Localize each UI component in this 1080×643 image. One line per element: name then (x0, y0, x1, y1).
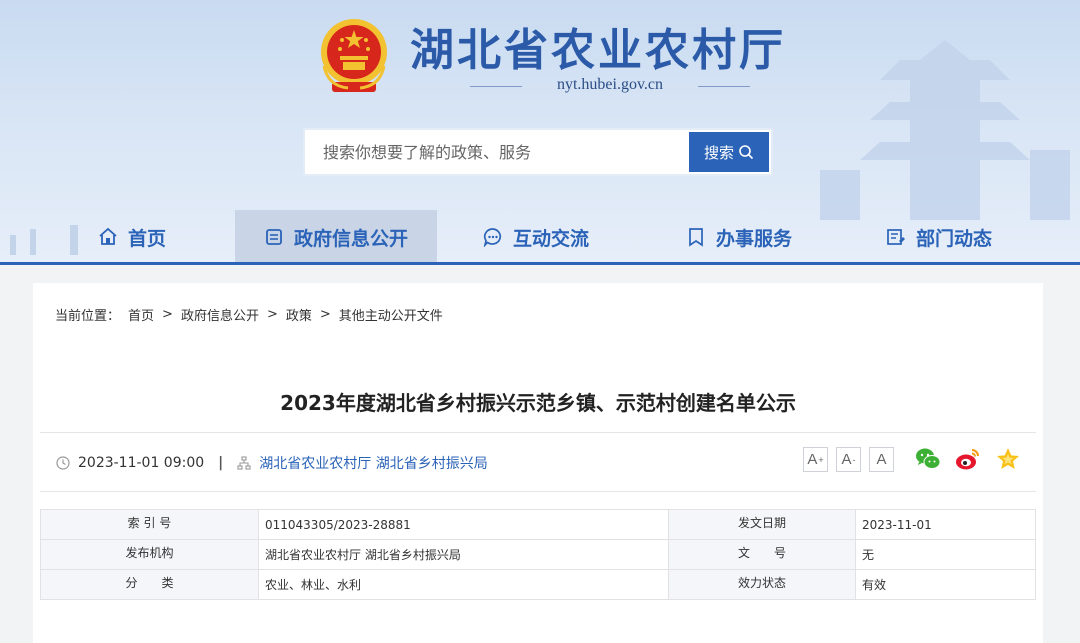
main-nav: 首页 政府信息公开 互动交流 办事服务 部门动态 (0, 210, 1080, 264)
info-key-category: 分 类 (40, 569, 259, 600)
nav-item-interaction[interactable]: 互动交流 (483, 210, 589, 264)
table-row: 索 引 号 011043305/2023-28881 发文日期 2023-11-… (40, 509, 1036, 540)
font-reset-button[interactable]: A (869, 447, 894, 472)
info-value-category: 农业、林业、水利 (258, 569, 669, 600)
info-key-publisher: 发布机构 (40, 539, 259, 570)
info-key-validity: 效力状态 (668, 569, 856, 600)
nav-item-home[interactable]: 首页 (98, 210, 166, 264)
breadcrumb-prefix: 当前位置： (55, 309, 121, 324)
search-icon (739, 145, 754, 160)
info-value-index: 011043305/2023-28881 (258, 509, 669, 540)
document-icon (266, 229, 282, 245)
national-emblem-logo (321, 19, 387, 92)
search-bar: 搜索 (303, 128, 773, 176)
nav-item-label: 政府信息公开 (293, 227, 408, 250)
info-value-publisher: 湖北省农业农村厅 湖北省乡村振兴局 (258, 539, 669, 570)
site-domain: nyt.hubei.gov.cn (470, 76, 750, 98)
article-meta: 2023-11-01 09:00 | 湖北省农业农村厅 湖北省乡村振兴局 (56, 453, 488, 473)
wechat-icon[interactable] (915, 446, 941, 472)
site-domain-text: nyt.hubei.gov.cn (556, 76, 664, 93)
news-icon (887, 229, 905, 245)
info-value-issue-date: 2023-11-01 (855, 509, 1036, 540)
organization-icon (237, 456, 251, 470)
font-btn-sup: + (818, 454, 824, 465)
document-info-table: 索 引 号 011043305/2023-28881 发文日期 2023-11-… (40, 509, 1036, 600)
bookmark-icon (689, 228, 703, 247)
clock-icon (56, 456, 70, 470)
info-key-doc-number: 文 号 (668, 539, 856, 570)
nav-item-gov-info[interactable]: 政府信息公开 (235, 210, 437, 264)
breadcrumb-separator: > (162, 307, 173, 322)
article-title: 2023年度湖北省乡村振兴示范乡镇、示范村创建名单公示 (280, 391, 796, 415)
info-value-validity: 有效 (855, 569, 1036, 600)
article-card: 当前位置： 首页 > 政府信息公开 > 政策 > 其他主动公开文件 2023年度… (33, 283, 1043, 643)
nav-item-label: 办事服务 (716, 227, 793, 250)
font-btn-label: A (841, 451, 852, 468)
breadcrumb-link-gov-info[interactable]: 政府信息公开 (181, 305, 259, 324)
search-button-label: 搜索 (703, 143, 734, 162)
nav-item-dept-news[interactable]: 部门动态 (886, 210, 992, 264)
nav-item-services[interactable]: 办事服务 (686, 210, 792, 264)
breadcrumb-link-other-files[interactable]: 其他主动公开文件 (339, 305, 443, 324)
font-size-controls: A + A- A (803, 447, 894, 472)
font-btn-label: A (807, 451, 818, 468)
site-title: 湖北省农业农村厅 (410, 25, 786, 76)
info-key-issue-date: 发文日期 (668, 509, 856, 540)
search-input[interactable] (305, 130, 690, 174)
weibo-icon[interactable] (955, 446, 981, 472)
nav-item-label: 首页 (128, 227, 167, 250)
breadcrumb-link-home[interactable]: 首页 (128, 305, 154, 324)
meta-divider: | (218, 455, 224, 471)
breadcrumb-separator: > (266, 307, 278, 322)
font-increase-button[interactable]: A + (803, 447, 828, 472)
breadcrumb-link-policy[interactable]: 政策 (286, 305, 312, 324)
nav-item-label: 互动交流 (513, 227, 590, 250)
breadcrumb-separator: > (319, 307, 331, 322)
nav-underline (0, 262, 1080, 265)
info-value-doc-number: 无 (855, 539, 1036, 570)
domain-dash-right (698, 86, 750, 87)
nav-item-label: 部门动态 (916, 227, 993, 250)
info-key-index: 索 引 号 (40, 509, 259, 540)
font-decrease-button[interactable]: A- (836, 447, 861, 472)
favorite-star-icon[interactable] (995, 446, 1021, 472)
search-button[interactable]: 搜索 (689, 132, 769, 172)
share-bar (915, 446, 1021, 472)
font-btn-sup: - (852, 454, 856, 465)
article-meta-bar: 2023-11-01 09:00 | 湖北省农业农村厅 湖北省乡村振兴局 A + … (40, 432, 1036, 492)
font-btn-label: A (876, 451, 887, 468)
chat-icon (483, 228, 502, 247)
article-publisher: 湖北省农业农村厅 湖北省乡村振兴局 (259, 456, 488, 472)
home-icon (99, 227, 117, 245)
article-datetime: 2023-11-01 09:00 (78, 455, 205, 471)
breadcrumb: 当前位置： 首页 > 政府信息公开 > 政策 > 其他主动公开文件 (55, 305, 443, 324)
table-row: 发布机构 湖北省农业农村厅 湖北省乡村振兴局 文 号 无 (40, 539, 1036, 570)
table-row: 分 类 农业、林业、水利 效力状态 有效 (40, 569, 1036, 600)
tower-silhouette-decoration (820, 40, 1070, 220)
